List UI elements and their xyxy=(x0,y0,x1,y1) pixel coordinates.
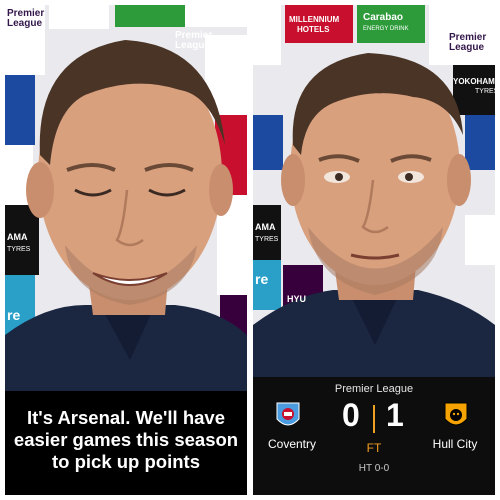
carabao-board-text: ENERGY DRINK xyxy=(363,26,409,32)
coventry-badge-icon xyxy=(276,402,300,426)
home-score: 0 xyxy=(342,397,360,433)
match-status: FT xyxy=(366,441,382,455)
caption-line: easier games this season xyxy=(13,429,239,450)
millennium-hotels-board-text: HOTELS xyxy=(297,25,330,34)
hyundai-board-text: HYU xyxy=(287,294,307,304)
yokohama-board-text: AMA xyxy=(255,222,276,232)
competition-name: Premier League xyxy=(334,383,414,395)
match-scorecard: Premier League 0 1 Coventry Hull City FT… xyxy=(253,377,495,495)
yokohama-board-text: YOKOHAMA xyxy=(453,77,495,86)
millennium-hotels-board-text: MILLENNIUM xyxy=(289,15,340,24)
away-score: 1 xyxy=(386,397,404,433)
sponsor-board-text: re xyxy=(7,307,21,323)
score-separator xyxy=(373,405,375,433)
hull-city-badge-icon xyxy=(444,402,468,426)
sponsor-board-text: re xyxy=(255,271,269,287)
premier-league-board-text: League xyxy=(7,18,43,29)
quote-caption: It's Arsenal. We'll have easier games th… xyxy=(5,391,247,495)
caption-line: It's Arsenal. We'll have xyxy=(27,407,225,428)
premier-league-board-text: League xyxy=(175,40,211,51)
carabao-board-text: Carabao xyxy=(363,12,404,23)
right-photo-panel: MILLENNIUM HOTELS Carabao ENERGY DRINK P… xyxy=(253,5,495,495)
half-time-score: HT 0-0 xyxy=(358,463,390,474)
yokohama-board-text: AMA xyxy=(7,232,28,242)
premier-league-board-text: League xyxy=(449,42,485,53)
left-photo-panel: Premier League Premier League AMA TYRES … xyxy=(5,5,247,495)
yokohama-board-text: TYRES xyxy=(7,246,31,253)
yokohama-board-text: TYRES xyxy=(255,236,279,243)
yokohama-board-text: TYRES xyxy=(475,88,495,95)
caption-line: to pick up points xyxy=(52,451,200,472)
